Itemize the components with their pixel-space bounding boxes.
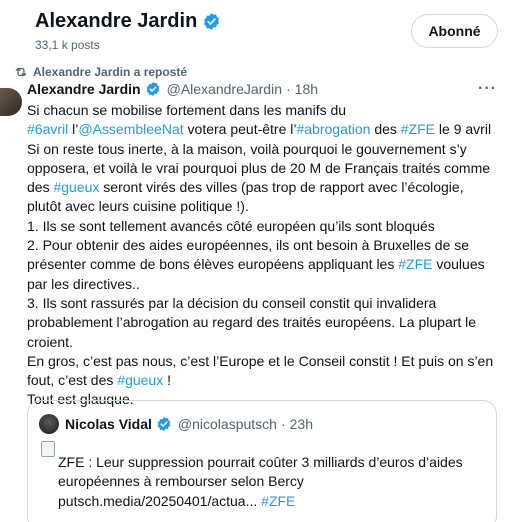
text-segment: putsch.media/20250401/actua... (58, 492, 262, 509)
quoted-tweet-header: Nicolas Vidal @nicolasputsch · 23h (39, 414, 313, 434)
repost-icon (15, 67, 27, 77)
profile-name-text: Alexandre Jardin (35, 10, 198, 32)
text-line: présenter comme de bons élèves européens… (27, 255, 507, 274)
text-line: opposera, et voilà le vrai pourquoi plus… (27, 159, 507, 178)
tweet-author-name[interactable]: Alexandre Jardin (27, 81, 141, 97)
text-line: ZFE : Leur suppression pourrait coûter 3… (58, 453, 488, 472)
profile-header: Alexandre Jardin 33,1 k posts Abonné (0, 0, 510, 58)
text-segment: seront virés des villes (pas trop de rap… (99, 179, 464, 196)
tweet-header: Alexandre Jardin @AlexandreJardin · 18h (27, 81, 318, 97)
hashtag-link[interactable]: #ZFE (398, 256, 432, 272)
text-line: des #gueux seront virés des villes (pas … (27, 178, 507, 197)
tweet-timestamp[interactable]: 18h (295, 81, 318, 97)
text-segment: probablement l’abrogation au regard des … (27, 314, 477, 331)
text-line: croient. (27, 333, 507, 352)
text-line: par les directives.. (27, 275, 507, 294)
text-segment: Si on reste tous inerte, à la maison, vo… (27, 140, 467, 157)
text-line: fout, c’est des #gueux ! (27, 371, 507, 390)
text-segment: présenter comme de bons élèves européens… (27, 256, 399, 273)
verified-badge-icon (146, 82, 159, 96)
author-avatar[interactable] (0, 88, 22, 116)
text-segment: voulues (432, 256, 485, 273)
hashtag-link[interactable]: #gueux (117, 372, 163, 388)
more-options-icon[interactable]: ··· (478, 80, 497, 98)
text-segment: européennes à rembourser selon Bercy (58, 473, 304, 490)
text-line: 3. Ils sont rassurés par la décision du … (27, 294, 507, 313)
text-line: européennes à rembourser selon Bercy (58, 472, 488, 491)
text-line: #6avril l’@AssembleeNat votera peut-être… (27, 120, 507, 139)
quoted-author-handle[interactable]: @nicolasputsch (178, 416, 277, 432)
hashtag-link[interactable]: #abrogation (296, 121, 370, 137)
text-segment: votera peut-être l’ (183, 121, 297, 138)
hashtag-link[interactable]: #6avril (27, 121, 68, 137)
tweet-text: Si chacun se mobilise fortement dans les… (27, 101, 507, 410)
text-segment: plutôt avec leurs cuisine politique !). (27, 198, 249, 215)
follow-button[interactable]: Abonné (411, 14, 498, 48)
profile-name: Alexandre Jardin (35, 10, 221, 33)
text-segment: Si chacun se mobilise fortement dans les… (27, 102, 347, 118)
text-segment: croient. (27, 333, 73, 350)
quoted-tweet[interactable]: Nicolas Vidal @nicolasputsch · 23h ZFE :… (27, 400, 497, 522)
text-segment: ! (163, 372, 171, 389)
separator-dot: · (280, 416, 286, 432)
hashtag-link[interactable]: #ZFE (261, 493, 295, 509)
text-segment: ZFE : Leur suppression pourrait coûter 3… (58, 454, 463, 470)
text-segment: des (27, 179, 54, 196)
text-segment: En gros, c’est pas nous, c’est l’Europe … (27, 352, 494, 369)
text-line: plutôt avec leurs cuisine politique !). (27, 197, 507, 216)
text-line: putsch.media/20250401/actua... #ZFE (58, 492, 488, 511)
text-line: 2. Pour obtenir des aides européennes, i… (27, 236, 507, 255)
quoted-timestamp[interactable]: 23h (290, 416, 313, 432)
tweet-author-handle[interactable]: @AlexandreJardin (167, 81, 282, 97)
quoted-tweet-text: ZFE : Leur suppression pourrait coûter 3… (58, 453, 488, 511)
text-line: 1. Ils se sont tellement avancés côté eu… (27, 217, 507, 236)
text-line: Si chacun se mobilise fortement dans les… (27, 101, 507, 120)
repost-label: Alexandre Jardin a reposté (33, 65, 188, 79)
text-segment: par les directives.. (27, 275, 140, 292)
text-segment: 2. Pour obtenir des aides européennes, i… (27, 237, 470, 254)
text-line: En gros, c’est pas nous, c’est l’Europe … (27, 352, 507, 371)
text-segment: opposera, et voilà le vrai pourquoi plus… (27, 159, 491, 176)
broken-image-icon (41, 441, 55, 457)
hashtag-link[interactable]: #ZFE (401, 121, 435, 137)
text-segment: des (370, 121, 401, 138)
text-segment: 1. Ils se sont tellement avancés côté eu… (27, 217, 435, 234)
quoted-author-avatar[interactable] (39, 414, 59, 434)
post-count: 33,1 k posts (35, 38, 100, 52)
quoted-author-name[interactable]: Nicolas Vidal (65, 416, 152, 432)
text-segment: 3. Ils sont rassurés par la décision du … (27, 294, 437, 311)
text-segment: l’ (68, 121, 79, 138)
text-line: Si on reste tous inerte, à la maison, vo… (27, 140, 507, 159)
text-segment: le 9 avril (435, 121, 492, 138)
verified-badge-icon (204, 13, 220, 30)
verified-badge-icon (157, 417, 171, 431)
separator-dot: · (286, 81, 291, 97)
text-segment: fout, c’est des (27, 372, 118, 389)
text-line: probablement l’abrogation au regard des … (27, 313, 507, 332)
mention-link[interactable]: @AssembleeNat (78, 121, 183, 137)
repost-indicator: Alexandre Jardin a reposté (14, 65, 187, 79)
hashtag-link[interactable]: #gueux (53, 179, 99, 195)
